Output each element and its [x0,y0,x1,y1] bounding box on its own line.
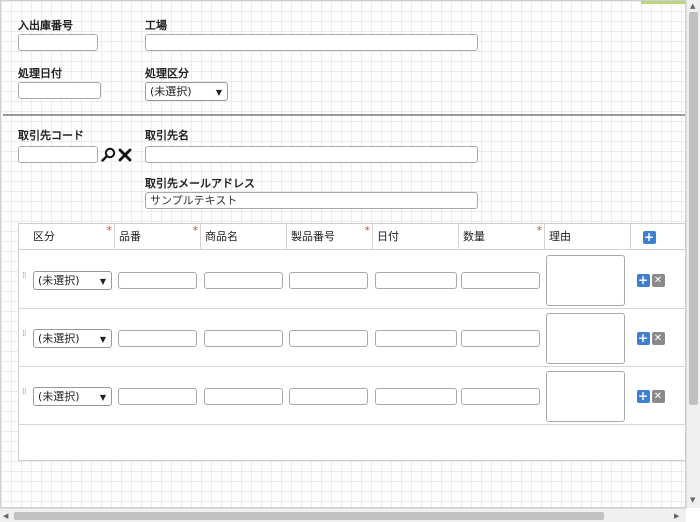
receipt-number-input[interactable] [18,34,98,51]
delete-icon: ✕ [651,331,665,345]
customer-code-input[interactable] [18,146,98,163]
process-type-label: 処理区分 [145,67,189,80]
add-row-button[interactable]: + [636,331,650,345]
plus-icon: + [636,272,650,287]
add-row-button[interactable]: + [636,273,650,287]
drag-handle-icon[interactable]: ⁞⁞ [22,272,28,281]
add-row-button[interactable]: + [642,230,656,244]
delete-row-button[interactable]: ✕ [651,273,665,287]
process-date-input[interactable] [18,82,101,99]
form-canvas: 入出庫番号 工場 処理日付 処理区分 (未選択) ▼ 取引先コード 取引先名 取… [0,0,686,508]
row-product-name-input[interactable] [204,330,283,347]
row-part-number-input[interactable] [118,330,197,347]
vertical-scrollbar[interactable]: ▲ ▼ [686,0,700,508]
plus-icon: + [636,388,650,403]
add-row-button[interactable]: + [636,389,650,403]
horizontal-scrollbar[interactable]: ◀ ▶ [0,508,686,522]
table-row: ⁞⁞ (未選択) ▼ + ✕ [19,309,685,367]
scroll-left-icon[interactable]: ◀ [3,512,8,520]
customer-name-input[interactable] [145,146,478,163]
table-header: 区分 * 品番 * 商品名 製品番号 * 日付 数量 * 理由 + [19,224,685,250]
customer-email-input[interactable]: サンプルテキスト [145,192,478,209]
process-date-label: 処理日付 [18,67,62,80]
scroll-down-icon[interactable]: ▼ [690,496,695,504]
column-header-quantity: 数量 * [459,224,545,250]
row-product-number-input[interactable] [289,388,368,405]
customer-email-label: 取引先メールアドレス [145,177,255,190]
row-reason-textarea[interactable] [546,313,625,364]
column-header-date: 日付 [373,224,459,250]
column-header-part-number: 品番 * [115,224,201,250]
table-row: ⁞⁞ (未選択) ▼ + ✕ [19,367,685,425]
delete-icon: ✕ [651,389,665,403]
row-date-input[interactable] [375,272,457,289]
detail-table: 区分 * 品番 * 商品名 製品番号 * 日付 数量 * 理由 + ⁞⁞ (未選… [18,223,685,461]
drag-handle-icon[interactable]: ⁞⁞ [22,388,28,397]
horizontal-scroll-thumb[interactable] [14,512,604,520]
delete-icon: ✕ [651,273,665,287]
row-quantity-input[interactable] [461,330,540,347]
section-divider [3,114,685,116]
row-part-number-input[interactable] [118,388,197,405]
row-quantity-input[interactable] [461,272,540,289]
required-marker: * [106,224,113,237]
drag-handle-icon[interactable]: ⁞⁞ [22,330,28,339]
row-category-select[interactable]: (未選択) ▼ [33,271,112,290]
row-reason-textarea[interactable] [546,255,625,306]
vertical-scroll-thumb[interactable] [689,12,698,405]
process-type-select[interactable]: (未選択) ▼ [145,82,228,101]
receipt-number-label: 入出庫番号 [18,19,73,32]
process-type-value: (未選択) [150,85,192,98]
column-header-product-number: 製品番号 * [287,224,373,250]
row-product-number-input[interactable] [289,330,368,347]
column-header-reason: 理由 [545,224,631,250]
close-icon[interactable] [117,146,133,163]
dropdown-arrow-icon: ▼ [99,277,106,286]
required-marker: * [536,224,543,237]
row-product-number-input[interactable] [289,272,368,289]
scroll-right-icon[interactable]: ▶ [674,512,679,520]
row-date-input[interactable] [375,388,457,405]
factory-input[interactable] [145,34,478,51]
row-quantity-input[interactable] [461,388,540,405]
dropdown-arrow-icon: ▼ [99,393,106,402]
search-icon[interactable] [100,146,116,163]
required-marker: * [192,224,199,237]
plus-icon: + [636,330,650,345]
customer-name-label: 取引先名 [145,129,189,142]
top-accent-strip [641,1,685,4]
row-category-select[interactable]: (未選択) ▼ [33,329,112,348]
column-header-product-name: 商品名 [201,224,287,250]
dropdown-arrow-icon: ▼ [215,88,222,97]
row-date-input[interactable] [375,330,457,347]
row-category-select[interactable]: (未選択) ▼ [33,387,112,406]
delete-row-button[interactable]: ✕ [651,389,665,403]
delete-row-button[interactable]: ✕ [651,331,665,345]
row-part-number-input[interactable] [118,272,197,289]
factory-label: 工場 [145,19,167,32]
row-product-name-input[interactable] [204,272,283,289]
required-marker: * [364,224,371,237]
row-reason-textarea[interactable] [546,371,625,422]
row-product-name-input[interactable] [204,388,283,405]
customer-code-label: 取引先コード [18,129,84,142]
scroll-up-icon[interactable]: ▲ [690,2,695,10]
column-header-category: 区分 * [29,224,115,250]
table-row: ⁞⁞ (未選択) ▼ + ✕ [19,251,685,309]
plus-icon: + [642,229,656,244]
dropdown-arrow-icon: ▼ [99,335,106,344]
